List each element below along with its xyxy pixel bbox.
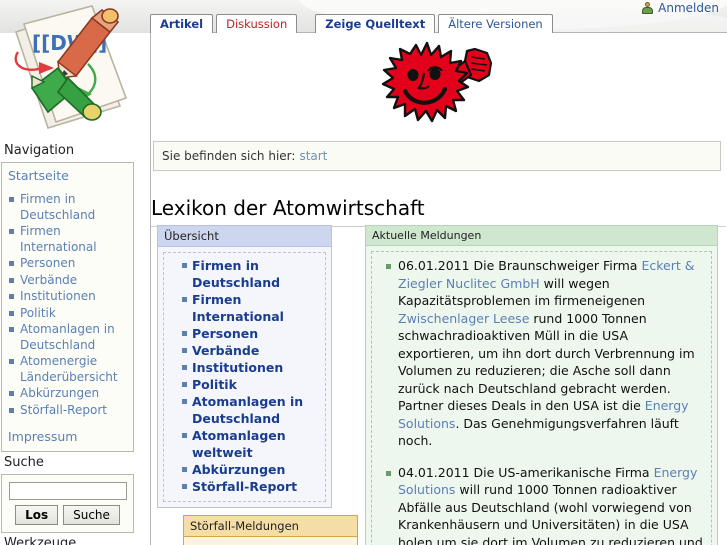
search-input[interactable] <box>8 482 127 500</box>
sidebar-item-abkuerzungen[interactable]: Abkürzungen <box>8 386 127 402</box>
news-box-body: 06.01.2011 Die Braunschweiger Firma Ecke… <box>371 251 712 545</box>
sidebar-search-heading: Suche <box>4 455 44 470</box>
overview-item-stoerfall-report[interactable]: Störfall-Report <box>182 478 321 495</box>
user-icon-body <box>642 6 654 14</box>
search-go-button[interactable]: Los <box>15 505 59 525</box>
sidebar-item-institutionen[interactable]: Institutionen <box>8 289 127 305</box>
overview-item-institutionen[interactable]: Institutionen <box>182 359 321 376</box>
aktuelle-meldungen-box: Aktuelle Meldungen 06.01.2011 Die Brauns… <box>365 225 718 545</box>
sidebar-search-panel: Los Suche <box>1 474 134 533</box>
tab-diskussion[interactable]: Diskussion <box>216 14 298 33</box>
user-icon <box>641 1 654 15</box>
tab-zeige-quelltext[interactable]: Zeige Quelltext <box>315 14 436 33</box>
stoerfall-box-title: Störfall-Meldungen <box>184 516 357 537</box>
overview-item-atomanlagen-weltweit[interactable]: Atomanlagen weltweit <box>182 427 321 461</box>
login-area[interactable]: Anmelden <box>641 1 719 15</box>
search-buttons: Los Suche <box>8 505 127 525</box>
sidebar-navigation-heading: Navigation <box>4 143 75 158</box>
news-item: 04.01.2011 Die US-amerikanische Firma En… <box>386 464 705 545</box>
news-link[interactable]: Energy Solutions <box>398 398 689 431</box>
breadcrumb: Sie befinden sich hier: start <box>153 141 721 171</box>
tab-aeltere-versionen[interactable]: Ältere Versionen <box>438 14 553 33</box>
breadcrumb-prefix: Sie befinden sich hier: <box>162 149 296 163</box>
stoerfall-meldungen-box: Störfall-Meldungen <box>183 515 358 545</box>
sidebar-item-atomanlagen-in-deutschland[interactable]: Atomanlagen in Deutschland <box>8 322 127 353</box>
sidebar-item-startseite[interactable]: Startseite <box>8 168 127 183</box>
overview-box-title: Übersicht <box>158 226 331 247</box>
sidebar-item-politik[interactable]: Politik <box>8 306 127 322</box>
sidebar-item-personen[interactable]: Personen <box>8 256 127 272</box>
sidebar-item-impressum[interactable]: Impressum <box>8 429 127 444</box>
sidebar-navigation-panel: Startseite Firmen in Deutschland Firmen … <box>1 162 134 452</box>
sidebar-item-stoerfall-report[interactable]: Störfall-Report <box>8 403 127 419</box>
page-action-tabs: Artikel Diskussion Zeige Quelltext Älter… <box>150 14 556 33</box>
sidebar-item-verbaende[interactable]: Verbände <box>8 273 127 289</box>
sidebar-navigation-list: Firmen in Deutschland Firmen Internation… <box>8 192 127 418</box>
overview-list: Firmen in Deutschland Firmen Internation… <box>168 257 321 495</box>
sidebar-item-firmen-international[interactable]: Firmen International <box>8 224 127 255</box>
overview-item-abkuerzungen[interactable]: Abkürzungen <box>182 461 321 478</box>
sidebar: Navigation Startseite Firmen in Deutschl… <box>0 140 140 545</box>
overview-item-politik[interactable]: Politik <box>182 376 321 393</box>
overview-item-firmen-international[interactable]: Firmen International <box>182 291 321 325</box>
page-title: Lexikon der Atomwirtschaft <box>151 196 726 228</box>
stoerfall-box-body <box>184 537 357 545</box>
news-list: 06.01.2011 Die Braunschweiger Firma Ecke… <box>374 257 705 545</box>
sidebar-tools-heading: Werkzeuge <box>4 536 77 545</box>
sidebar-item-atomenergie-laenderuebersicht[interactable]: Atomenergie Länderübersicht <box>8 354 127 385</box>
red-sun-logo <box>369 41 504 136</box>
overview-box: Übersicht Firmen in Deutschland Firmen I… <box>157 225 332 508</box>
login-link[interactable]: Anmelden <box>658 1 719 15</box>
overview-box-body: Firmen in Deutschland Firmen Internation… <box>163 252 326 502</box>
sidebar-item-firmen-in-deutschland[interactable]: Firmen in Deutschland <box>8 192 127 223</box>
tab-artikel[interactable]: Artikel <box>150 14 214 33</box>
overview-item-atomanlagen-in-deutschland[interactable]: Atomanlagen in Deutschland <box>182 393 321 427</box>
news-link[interactable]: Zwischenlager Leese <box>398 311 529 326</box>
user-icon-head <box>645 1 651 7</box>
overview-item-personen[interactable]: Personen <box>182 325 321 342</box>
breadcrumb-link-start[interactable]: start <box>299 149 327 163</box>
news-item: 06.01.2011 Die Braunschweiger Firma Ecke… <box>386 257 705 450</box>
dokuwiki-logo[interactable]: [[DW]] <box>2 2 142 140</box>
overview-item-firmen-in-deutschland[interactable]: Firmen in Deutschland <box>182 257 321 291</box>
main-content: Sie befinden sich hier: start Lexikon de… <box>150 32 727 545</box>
browser-page: Anmelden [[DW]] Artikel Diskussion Zeige… <box>0 0 727 545</box>
overview-item-verbaende[interactable]: Verbände <box>182 342 321 359</box>
news-link[interactable]: Eckert & Ziegler Nuclitec GmbH <box>398 258 694 291</box>
news-box-title: Aktuelle Meldungen <box>366 226 717 246</box>
search-submit-button[interactable]: Suche <box>63 505 120 525</box>
news-link[interactable]: Energy Solutions <box>398 465 697 498</box>
